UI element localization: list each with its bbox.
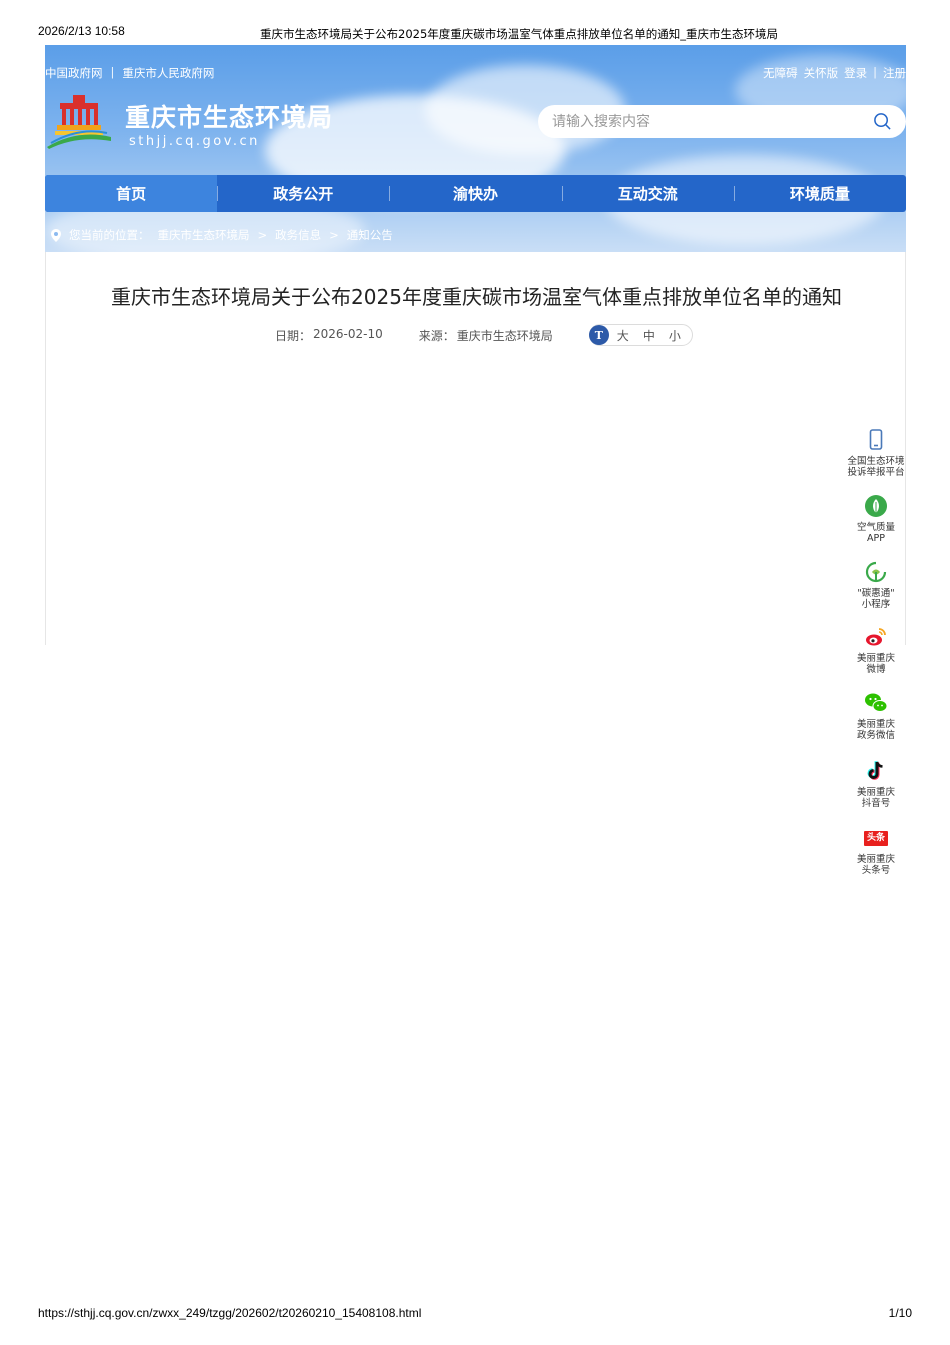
breadcrumb-label: 您当前的位置： [69,228,150,242]
link-accessibility[interactable]: 无障碍 [763,65,798,81]
nav-env-quality[interactable]: 环境质量 [733,175,906,212]
leaf-icon [865,495,887,517]
breadcrumb-gov-info[interactable]: 政务信息 [275,227,321,243]
search-input[interactable] [552,111,852,132]
side-item-toutiao[interactable]: 头条 美丽重庆 头条号 [836,826,916,876]
link-elderly-mode[interactable]: 关怀版 [804,65,839,81]
article-meta: 日期： 2026-02-10 来源： 重庆市生态环境局 T 大 中 小 [275,324,693,346]
wechat-icon [865,693,888,712]
font-size-medium[interactable]: 中 [643,327,655,344]
link-register[interactable]: 注册 [883,65,906,81]
nav-interaction[interactable]: 互动交流 [561,175,734,212]
phone-icon [869,429,883,450]
site-name: 重庆市生态环境局 [125,103,334,132]
article-date: 日期： 2026-02-10 [275,326,383,343]
print-doc-title: 重庆市生态环境局关于公布2025年度重庆碳市场温室气体重点排放单位名单的通知_重… [260,27,779,41]
font-size-large[interactable]: 大 [617,327,629,344]
link-gov-cn[interactable]: 中国政府网 [45,65,103,81]
site-domain: sthjj.cq.gov.cn [129,134,260,149]
location-pin-icon [51,228,61,242]
link-cq-gov[interactable]: 重庆市人民政府网 [122,65,214,81]
site-logo-icon[interactable] [47,93,119,149]
nav-home[interactable]: 首页 [45,175,218,212]
carbon-icon [865,561,887,583]
nav-yukuaiban[interactable]: 渝快办 [389,175,561,212]
top-bar: 中国政府网 | 重庆市人民政府网 无障碍 关怀版 登录 | 注册 [45,65,906,81]
print-page-number: 1/10 [888,1306,912,1320]
print-header: 2026/2/13 10:58 重庆市生态环境局关于公布2025年度重庆碳市场温… [38,24,912,44]
nav-gov-affairs[interactable]: 政务公开 [217,175,389,212]
font-size-small[interactable]: 小 [669,327,681,344]
side-item-wechat[interactable]: 美丽重庆 政务微信 [836,691,916,741]
font-size-switcher: T 大 中 小 [588,324,693,346]
side-item-complaint[interactable]: 全国生态环境 投诉举报平台 [836,428,916,478]
breadcrumb-notices[interactable]: 通知公告 [347,227,393,243]
search-icon[interactable] [873,112,892,131]
side-item-douyin[interactable]: 美丽重庆 抖音号 [836,759,916,809]
breadcrumb-home[interactable]: 重庆市生态环境局 [158,227,250,243]
side-item-tanhuitong[interactable]: "碳惠通" 小程序 [836,560,916,610]
print-footer: https://sthjj.cq.gov.cn/zwxx_249/tzgg/20… [38,1306,912,1320]
douyin-icon [867,761,883,780]
weibo-icon [866,628,886,646]
print-url: https://sthjj.cq.gov.cn/zwxx_249/tzgg/20… [38,1306,422,1320]
toutiao-icon: 头条 [864,831,888,846]
search-box [538,105,906,138]
main-nav: 首页 政务公开 渝快办 互动交流 环境质量 [45,175,906,212]
article-title: 重庆市生态环境局关于公布2025年度重庆碳市场温室气体重点排放单位名单的通知 [111,285,842,309]
print-timestamp: 2026/2/13 10:58 [38,24,125,38]
site: 中国政府网 | 重庆市人民政府网 无障碍 关怀版 登录 | 注册 重庆市生态环境… [45,45,906,645]
side-item-air-quality[interactable]: 空气质量 APP [836,494,916,544]
header-banner: 中国政府网 | 重庆市人民政府网 无障碍 关怀版 登录 | 注册 重庆市生态环境… [45,45,906,252]
article-source: 来源： 重庆市生态环境局 [418,328,553,343]
font-size-icon: T [588,325,609,345]
link-login[interactable]: 登录 [844,65,867,81]
side-item-weibo[interactable]: 美丽重庆 微博 [836,625,916,675]
breadcrumb: 您当前的位置： 重庆市生态环境局 > 政务信息 > 通知公告 [51,227,393,243]
article-content: 重庆市生态环境局关于公布2025年度重庆碳市场温室气体重点排放单位名单的通知 日… [45,252,906,645]
